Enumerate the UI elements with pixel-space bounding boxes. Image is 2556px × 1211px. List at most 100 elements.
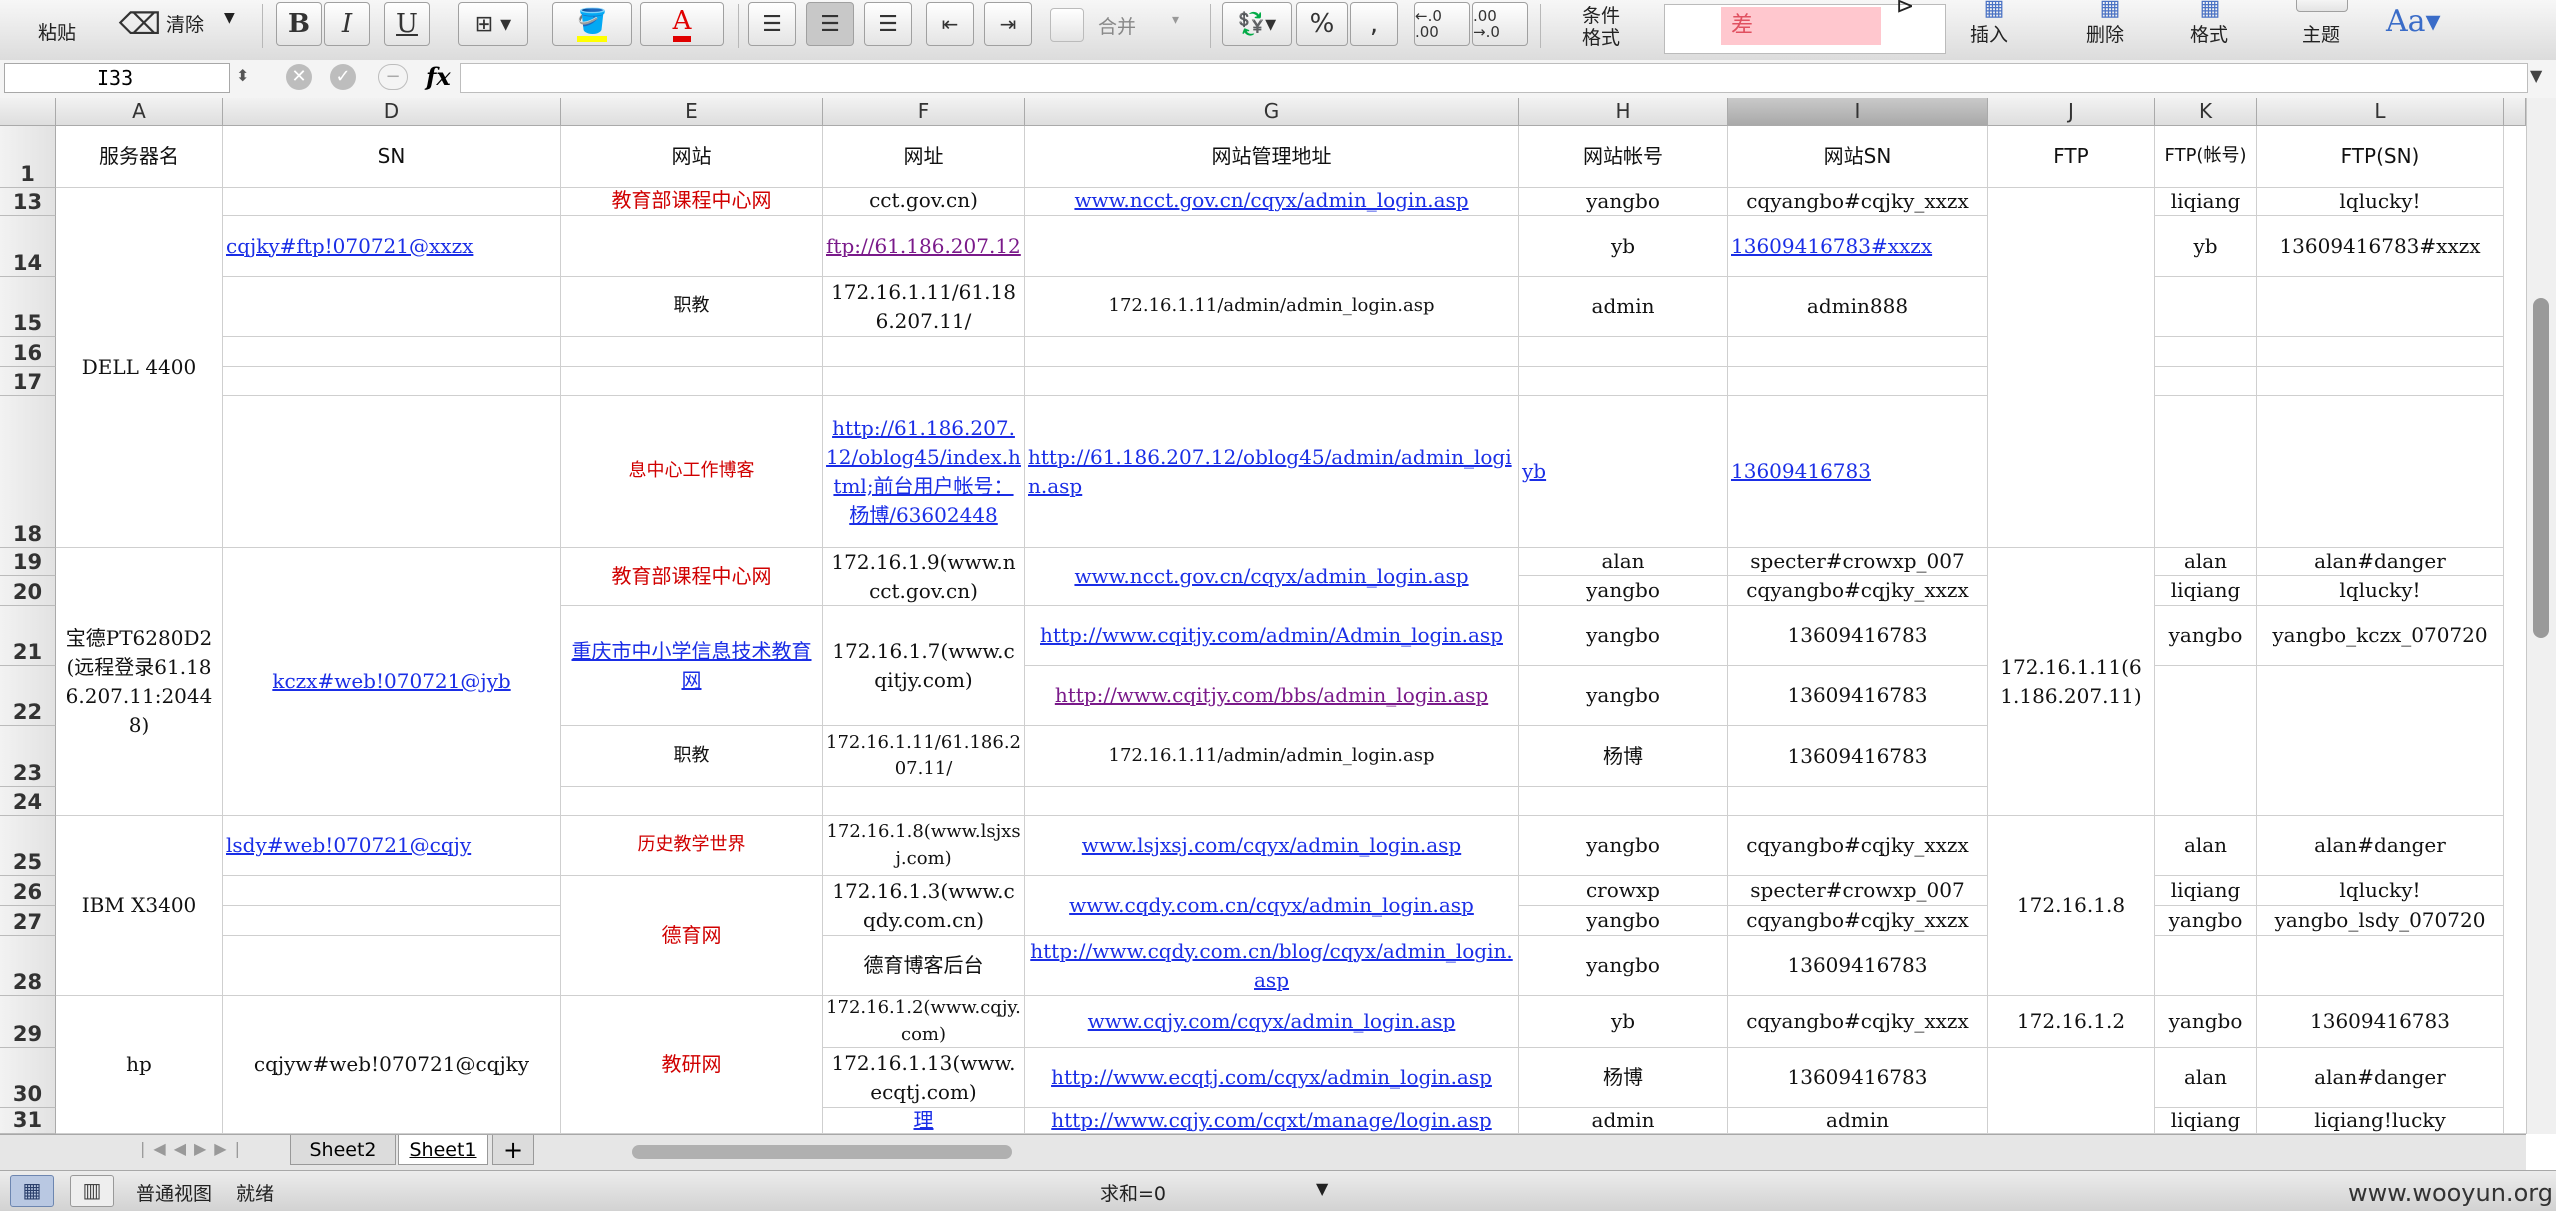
- account-cell[interactable]: yangbo: [1519, 936, 1728, 996]
- account-cell[interactable]: crowxp: [1519, 876, 1728, 906]
- ftp-account-cell[interactable]: liqiang: [2155, 576, 2257, 606]
- admin-url-cell[interactable]: 172.16.1.11/admin/admin_login.asp: [1025, 277, 1519, 337]
- sum-status[interactable]: 求和=0: [1100, 1179, 1166, 1206]
- ftp-sn-cell[interactable]: alan#danger: [2257, 548, 2504, 576]
- admin-url-cell[interactable]: http://www.cqdy.com.cn/blog/cqyx/admin_l…: [1025, 936, 1519, 996]
- decrease-decimal-button[interactable]: .00 →.0: [1472, 2, 1528, 46]
- header-cell[interactable]: FTP(帐号): [2155, 126, 2257, 188]
- select-all-corner[interactable]: [0, 98, 56, 126]
- site-cell[interactable]: [561, 787, 823, 816]
- account-cell[interactable]: yangbo: [1519, 606, 1728, 666]
- url-cell[interactable]: 德育博客后台: [823, 936, 1025, 996]
- header-cell[interactable]: 网站SN: [1728, 126, 1988, 188]
- formula-input[interactable]: [460, 63, 2528, 93]
- site-sn-cell[interactable]: [1728, 337, 1988, 367]
- site-cell[interactable]: 职教: [561, 726, 823, 787]
- sheet-tab-active[interactable]: Sheet1: [398, 1135, 488, 1165]
- site-sn-cell[interactable]: cqyangbo#cqjky_xxzx: [1728, 816, 1988, 876]
- site-sn-cell[interactable]: cqyangbo#cqjky_xxzx: [1728, 996, 1988, 1048]
- underline-button[interactable]: U: [384, 2, 430, 46]
- sn-cell[interactable]: [223, 277, 561, 337]
- site-sn-cell[interactable]: cqyangbo#cqjky_xxzx: [1728, 906, 1988, 936]
- site-sn-cell[interactable]: 13609416783: [1728, 936, 1988, 996]
- url-cell[interactable]: 理: [823, 1108, 1025, 1134]
- site-cell[interactable]: 息中心工作博客: [561, 396, 823, 548]
- account-cell[interactable]: [1519, 367, 1728, 396]
- column-header-E[interactable]: E: [561, 98, 823, 126]
- row-header[interactable]: 17: [0, 367, 56, 396]
- name-box-stepper-icon[interactable]: ⬍: [236, 66, 249, 85]
- ftp-account-cell[interactable]: yangbo: [2155, 606, 2257, 666]
- sn-cell[interactable]: [223, 367, 561, 396]
- site-sn-cell[interactable]: 13609416783: [1728, 726, 1988, 787]
- admin-url-cell[interactable]: http://www.cqjy.com/cqxt/manage/login.as…: [1025, 1108, 1519, 1134]
- site-sn-cell[interactable]: admin: [1728, 1108, 1988, 1134]
- column-header-H[interactable]: H: [1519, 98, 1728, 126]
- account-cell[interactable]: admin: [1519, 277, 1728, 337]
- themes-button[interactable]: 主题: [2302, 20, 2340, 47]
- align-center-icon[interactable]: ☰: [806, 2, 854, 46]
- admin-url-cell[interactable]: www.ncct.gov.cn/cqyx/admin_login.asp: [1025, 188, 1519, 216]
- ftp-sn-cell[interactable]: [2257, 666, 2504, 816]
- account-cell[interactable]: yb: [1519, 216, 1728, 277]
- admin-url-cell[interactable]: [1025, 367, 1519, 396]
- row-header[interactable]: 21: [0, 606, 56, 666]
- row-header[interactable]: 20: [0, 576, 56, 606]
- chevron-down-icon[interactable]: ▼: [1316, 1179, 1328, 1198]
- normal-view-icon[interactable]: ▦: [10, 1175, 54, 1207]
- ftp-account-cell[interactable]: [2155, 936, 2257, 996]
- row-header[interactable]: 22: [0, 666, 56, 726]
- column-header-F[interactable]: F: [823, 98, 1025, 126]
- site-sn-cell[interactable]: 13609416783: [1728, 606, 1988, 666]
- conditional-format-button[interactable]: 条件 格式: [1582, 5, 1620, 50]
- ftp-sn-cell[interactable]: lqlucky!: [2257, 188, 2504, 216]
- sn-cell[interactable]: [223, 188, 561, 216]
- admin-url-cell[interactable]: [1025, 216, 1519, 277]
- ftp-sn-cell[interactable]: 13609416783#xxzx: [2257, 216, 2504, 277]
- account-cell[interactable]: yangbo: [1519, 816, 1728, 876]
- percent-button[interactable]: %: [1296, 2, 1348, 46]
- ftp-sn-cell[interactable]: [2257, 936, 2504, 996]
- ftp-cell[interactable]: 172.16.1.11(61.186.207.11): [1988, 548, 2155, 816]
- comma-button[interactable]: ,: [1350, 2, 1398, 46]
- account-cell[interactable]: 杨博: [1519, 726, 1728, 787]
- ftp-cell[interactable]: [1988, 188, 2155, 548]
- cancel-icon[interactable]: ✕: [286, 64, 312, 90]
- admin-url-cell[interactable]: [1025, 337, 1519, 367]
- row-header[interactable]: 18: [0, 396, 56, 548]
- account-cell[interactable]: yangbo: [1519, 576, 1728, 606]
- account-cell[interactable]: yangbo: [1519, 188, 1728, 216]
- row-header[interactable]: 24: [0, 787, 56, 816]
- ftp-account-cell[interactable]: alan: [2155, 1048, 2257, 1108]
- row-header[interactable]: 1: [0, 126, 56, 188]
- font-theme-button[interactable]: Aa▾: [2386, 4, 2441, 39]
- ftp-account-cell[interactable]: [2155, 396, 2257, 548]
- row-header[interactable]: 25: [0, 816, 56, 876]
- site-cell[interactable]: [561, 337, 823, 367]
- sn-cell[interactable]: [223, 906, 561, 936]
- row-header[interactable]: 29: [0, 996, 56, 1048]
- admin-url-cell[interactable]: www.lsjxsj.com/cqyx/admin_login.asp: [1025, 816, 1519, 876]
- site-sn-cell[interactable]: admin888: [1728, 277, 1988, 337]
- header-cell[interactable]: SN: [223, 126, 561, 188]
- ftp-sn-cell[interactable]: lqlucky!: [2257, 576, 2504, 606]
- horizontal-scroll-thumb[interactable]: [632, 1145, 1012, 1159]
- font-color-button[interactable]: A: [640, 2, 724, 46]
- row-header[interactable]: 15: [0, 277, 56, 337]
- column-header-G[interactable]: G: [1025, 98, 1519, 126]
- delete-button[interactable]: 删除: [2086, 20, 2124, 47]
- admin-url-cell[interactable]: www.ncct.gov.cn/cqyx/admin_login.asp: [1025, 548, 1519, 606]
- site-cell[interactable]: 教育部课程中心网: [561, 188, 823, 216]
- clear-button[interactable]: 清除: [166, 10, 204, 37]
- row-header[interactable]: 28: [0, 936, 56, 996]
- ftp-sn-cell[interactable]: [2257, 277, 2504, 337]
- confirm-icon[interactable]: ✓: [330, 64, 356, 90]
- server-cell[interactable]: hp: [56, 996, 223, 1134]
- row-header[interactable]: 23: [0, 726, 56, 787]
- vertical-scrollbar[interactable]: [2526, 98, 2556, 1134]
- admin-url-cell[interactable]: http://www.cqitjy.com/bbs/admin_login.as…: [1025, 666, 1519, 726]
- account-cell[interactable]: [1519, 337, 1728, 367]
- ftp-sn-cell[interactable]: yangbo_lsdy_070720: [2257, 906, 2504, 936]
- site-sn-cell[interactable]: [1728, 367, 1988, 396]
- gallery-more-icon[interactable]: ⊳: [1896, 0, 1914, 19]
